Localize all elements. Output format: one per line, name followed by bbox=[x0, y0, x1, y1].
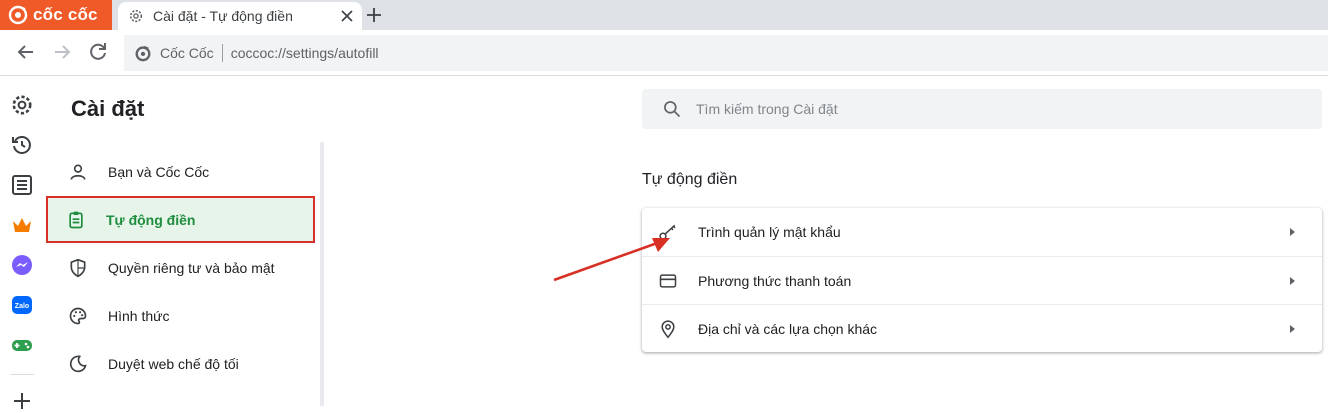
row-password-manager[interactable]: Trình quản lý mật khẩu bbox=[642, 208, 1322, 256]
svg-text:Zalo: Zalo bbox=[15, 303, 29, 310]
chevron-right-icon bbox=[1290, 228, 1295, 236]
brand-name: cốc cốc bbox=[33, 5, 98, 24]
palette-icon bbox=[69, 307, 87, 325]
page-title: Cài đặt bbox=[71, 96, 145, 121]
address-divider bbox=[221, 44, 223, 62]
autofill-card: Trình quản lý mật khẩu Phương thức thanh… bbox=[642, 208, 1322, 352]
moon-icon bbox=[69, 355, 87, 373]
sidebar-item-appearance[interactable]: Hình thức bbox=[48, 294, 314, 338]
row-payment-methods[interactable]: Phương thức thanh toán bbox=[642, 256, 1322, 304]
row-addresses[interactable]: Địa chỉ và các lựa chọn khác bbox=[642, 304, 1322, 352]
row-label: Phương thức thanh toán bbox=[698, 272, 852, 289]
address-bar[interactable]: Cốc Cốc coccoc://settings/autofill bbox=[124, 35, 1328, 71]
sidebar-item-autofill[interactable]: Tự động điền bbox=[46, 196, 315, 243]
gamepad-icon[interactable] bbox=[10, 333, 34, 357]
location-pin-icon bbox=[661, 319, 675, 339]
site-name: Cốc Cốc bbox=[160, 45, 214, 61]
tab-strip: cốc cốc Cài đặt - Tự động điền bbox=[0, 0, 1328, 30]
sidebar-item-label: Hình thức bbox=[108, 308, 170, 324]
clipboard-icon bbox=[69, 211, 83, 228]
section-title: Tự động điền bbox=[642, 171, 738, 188]
shield-icon bbox=[70, 258, 86, 278]
crown-icon[interactable] bbox=[10, 213, 34, 237]
sidebar-item-label: Bạn và Cốc Cốc bbox=[108, 164, 210, 180]
tab-title: Cài đặt - Tự động điền bbox=[153, 8, 293, 24]
sidebar-item-privacy-security[interactable]: Quyền riêng tư và bảo mật bbox=[48, 246, 314, 290]
gear-icon bbox=[129, 9, 143, 23]
rail-divider bbox=[10, 374, 34, 375]
zalo-icon[interactable]: Zalo bbox=[10, 293, 34, 317]
new-tab-plus-icon[interactable] bbox=[364, 5, 384, 25]
list-icon[interactable] bbox=[10, 173, 34, 197]
sidebar-item-label: Duyệt web chế độ tối bbox=[108, 356, 239, 372]
reload-icon[interactable] bbox=[86, 40, 110, 64]
sidebar-item-label: Quyền riêng tư và bảo mật bbox=[108, 260, 275, 276]
coccoc-site-icon bbox=[135, 45, 151, 62]
app-rail: Zalo bbox=[0, 77, 44, 409]
sidebar-item-label: Tự động điền bbox=[106, 211, 196, 228]
back-arrow-icon[interactable] bbox=[14, 40, 38, 64]
annotation-arrow-icon bbox=[553, 238, 670, 282]
coccoc-brand-button[interactable]: cốc cốc bbox=[0, 0, 112, 30]
toolbar: Cốc Cốc coccoc://settings/autofill bbox=[0, 30, 1328, 76]
url-text: coccoc://settings/autofill bbox=[230, 45, 379, 61]
tab-settings[interactable]: Cài đặt - Tự động điền bbox=[118, 2, 362, 30]
chevron-right-icon bbox=[1290, 325, 1295, 333]
messenger-icon[interactable] bbox=[10, 253, 34, 277]
gear-icon[interactable] bbox=[10, 93, 34, 117]
forward-arrow-icon[interactable] bbox=[50, 40, 74, 64]
sidebar-item-dark-mode[interactable]: Duyệt web chế độ tối bbox=[48, 342, 314, 386]
search-placeholder: Tìm kiếm trong Cài đặt bbox=[696, 101, 838, 117]
close-icon[interactable] bbox=[338, 7, 356, 25]
chevron-right-icon bbox=[1290, 277, 1295, 285]
person-icon bbox=[70, 164, 86, 180]
sidebar-scrollbar[interactable] bbox=[320, 142, 324, 406]
plus-icon[interactable] bbox=[10, 389, 34, 413]
row-label: Địa chỉ và các lựa chọn khác bbox=[698, 320, 878, 337]
row-label: Trình quản lý mật khẩu bbox=[698, 224, 841, 240]
coccoc-logo-icon bbox=[8, 5, 28, 25]
history-icon[interactable] bbox=[10, 133, 34, 157]
sidebar-item-you-and-coccoc[interactable]: Bạn và Cốc Cốc bbox=[48, 150, 314, 194]
settings-search-input[interactable]: Tìm kiếm trong Cài đặt bbox=[642, 89, 1322, 129]
search-icon bbox=[664, 101, 681, 118]
